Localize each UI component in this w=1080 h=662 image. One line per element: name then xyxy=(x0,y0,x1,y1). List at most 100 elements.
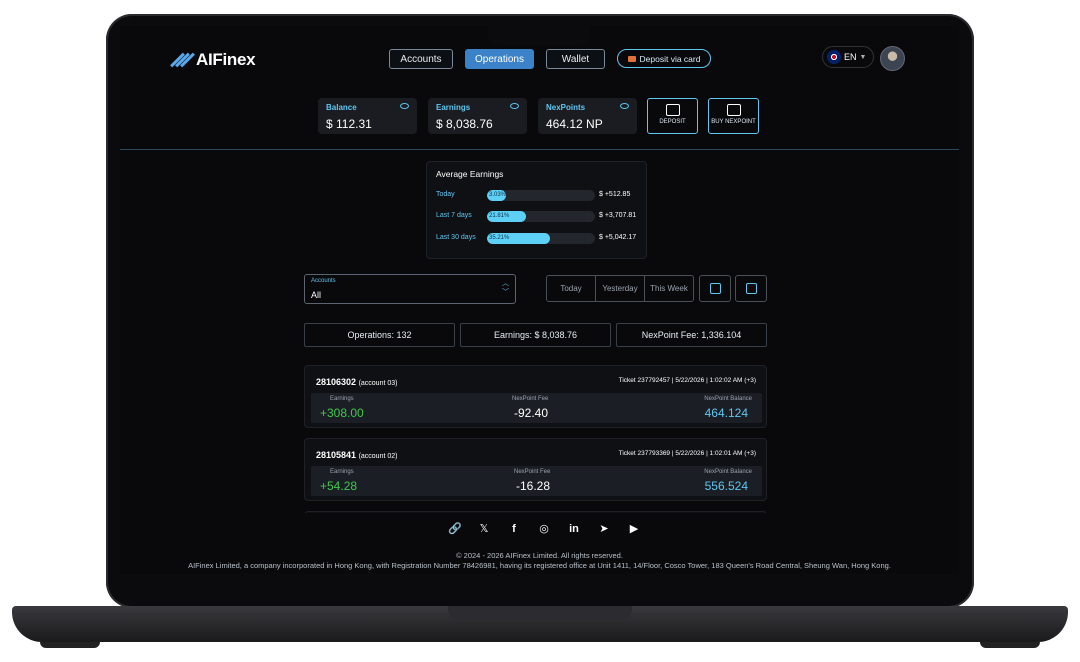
nexpoint-fee-total: NexPoint Fee: 1,336.104 xyxy=(616,323,767,347)
eye-icon[interactable] xyxy=(510,103,519,109)
logo-icon xyxy=(170,52,195,68)
avg-row-amount: $ +5,042.17 xyxy=(599,234,637,241)
nav-operations[interactable]: Operations xyxy=(465,49,534,69)
accounts-select[interactable]: Accounts All ︿ ﹀ xyxy=(304,274,516,304)
download-icon xyxy=(709,283,721,294)
laptop-hinge xyxy=(448,606,632,620)
balance-col-label: NexPoint Balance xyxy=(704,396,752,402)
uk-flag-icon xyxy=(827,50,841,64)
operation-number: 28106302 xyxy=(316,377,357,387)
operations-count: Operations: 132 xyxy=(304,323,455,347)
brand-logo[interactable]: AIFinex xyxy=(170,50,256,70)
buy-nexpoint-label: BUY NEXPOINT xyxy=(711,119,756,125)
balance-col-value: 464.124 xyxy=(704,406,748,420)
calendar-icon xyxy=(745,283,757,294)
fee-col-value: -16.28 xyxy=(516,479,551,493)
progress-track: 21.81% xyxy=(487,211,595,222)
calendar-button[interactable] xyxy=(735,275,767,302)
copyright-text: © 2024 - 2026 AIFinex Limited. All right… xyxy=(456,551,623,560)
deposit-via-card-button[interactable]: Deposit via card xyxy=(617,49,711,68)
nav-accounts[interactable]: Accounts xyxy=(389,49,453,69)
deposit-button[interactable]: DEPOSIT xyxy=(647,98,698,134)
linkedin-icon[interactable]: in xyxy=(568,523,580,535)
buy-nexpoint-button[interactable]: BUY NEXPOINT xyxy=(708,98,759,134)
nexpoint-icon xyxy=(726,104,741,116)
user-avatar[interactable] xyxy=(880,46,905,71)
avg-row-label: Last 30 days xyxy=(436,234,476,241)
operation-id: 28106302 (account 03) xyxy=(316,377,397,387)
avg-row-amount: $ +3,707.81 xyxy=(599,212,637,219)
operation-meta: Ticket 237793369 | 5/22/2026 | 1:02:01 A… xyxy=(618,450,756,457)
social-links: 🔗 𝕏 f ◎ in ➤ ▶ xyxy=(448,523,640,535)
average-earnings-panel: Average Earnings Today 3.03% $ +512.85 L… xyxy=(426,161,647,259)
download-button[interactable] xyxy=(699,275,731,302)
link-icon[interactable]: 🔗 xyxy=(448,523,462,535)
nav-wallet[interactable]: Wallet xyxy=(546,49,605,69)
operation-details: Earnings +308.00 NexPoint Fee -92.40 Nex… xyxy=(311,393,762,423)
deposit-icon xyxy=(665,104,680,116)
earnings-col-label: Earnings xyxy=(330,469,354,475)
period-this-week[interactable]: This Week xyxy=(645,276,693,301)
camera-notch xyxy=(488,27,590,45)
card-icon xyxy=(627,55,636,62)
laptop-foot xyxy=(40,642,100,648)
fee-col-value: -92.40 xyxy=(514,406,549,420)
app-screen: AIFinex Accounts Operations Wallet Depos… xyxy=(120,27,959,573)
x-icon[interactable]: 𝕏 xyxy=(478,523,490,535)
eye-icon[interactable] xyxy=(400,103,409,109)
avg-row-30days: Last 30 days 35.21% $ +5,042.17 xyxy=(436,233,641,245)
balance-col-value: 556.524 xyxy=(704,479,748,493)
balance-col-label: NexPoint Balance xyxy=(704,469,752,475)
operation-account: (account 02) xyxy=(358,453,398,460)
balance-label: Balance xyxy=(326,103,357,112)
telegram-icon[interactable]: ➤ xyxy=(598,523,610,535)
period-today[interactable]: Today xyxy=(547,276,596,301)
accounts-select-label: Accounts xyxy=(311,278,336,284)
language-selector[interactable]: EN ▼ xyxy=(822,46,874,68)
avg-row-label: Today xyxy=(436,191,455,198)
earnings-label: Earnings xyxy=(436,103,471,112)
brand-name: AIFinex xyxy=(196,50,256,69)
deposit-label: DEPOSIT xyxy=(659,119,686,125)
balance-value: $ 112.31 xyxy=(326,117,372,131)
operation-number: 28105841 xyxy=(316,450,357,460)
period-filter: Today Yesterday This Week xyxy=(546,275,694,302)
avg-row-7days: Last 7 days 21.81% $ +3,707.81 xyxy=(436,211,641,223)
eye-icon[interactable] xyxy=(620,103,629,109)
period-yesterday[interactable]: Yesterday xyxy=(596,276,645,301)
average-earnings-title: Average Earnings xyxy=(436,169,504,179)
operation-card[interactable]: 28106302 (account 03) Ticket 237792457 |… xyxy=(304,365,767,428)
instagram-icon[interactable]: ◎ xyxy=(538,523,550,535)
nexpoints-label: NexPoints xyxy=(546,103,586,112)
earnings-col-value: +54.28 xyxy=(320,479,358,493)
header-divider xyxy=(120,149,959,150)
deposit-via-card-label: Deposit via card xyxy=(639,53,701,64)
progress-fill: 21.81% xyxy=(487,211,527,222)
accounts-select-value: All xyxy=(311,290,322,300)
operation-details: Earnings +54.28 NexPoint Fee -16.28 NexP… xyxy=(311,466,762,496)
operation-id: 28105841 (account 02) xyxy=(316,450,397,460)
operation-meta: Ticket 237792457 | 5/22/2026 | 1:02:02 A… xyxy=(618,377,756,384)
progress-fill: 35.21% xyxy=(487,233,551,244)
facebook-icon[interactable]: f xyxy=(508,523,520,535)
avg-row-label: Last 7 days xyxy=(436,212,472,219)
fee-col-label: NexPoint Fee xyxy=(512,396,549,402)
chevron-up-down-icon: ︿ ﹀ xyxy=(502,280,509,296)
operation-card[interactable]: 28105841 (account 02) Ticket 237793369 |… xyxy=(304,438,767,501)
earnings-total: Earnings: $ 8,038.76 xyxy=(460,323,611,347)
laptop-foot xyxy=(980,642,1040,648)
earnings-value: $ 8,038.76 xyxy=(436,117,493,131)
youtube-icon[interactable]: ▶ xyxy=(628,523,640,535)
nexpoints-value: 464.12 NP xyxy=(546,117,603,131)
earnings-col-value: +308.00 xyxy=(320,406,364,420)
earnings-card: Earnings $ 8,038.76 xyxy=(428,98,527,134)
earnings-col-label: Earnings xyxy=(330,396,354,402)
progress-fill: 3.03% xyxy=(487,190,507,201)
avg-row-today: Today 3.03% $ +512.85 xyxy=(436,190,641,202)
balance-card: Balance $ 112.31 xyxy=(318,98,417,134)
legal-text: AIFinex Limited, a company incorporated … xyxy=(188,561,891,570)
fee-col-label: NexPoint Fee xyxy=(514,469,551,475)
chevron-down-icon: ▼ xyxy=(859,53,867,61)
operation-account: (account 03) xyxy=(358,380,398,387)
language-code: EN xyxy=(844,52,857,62)
